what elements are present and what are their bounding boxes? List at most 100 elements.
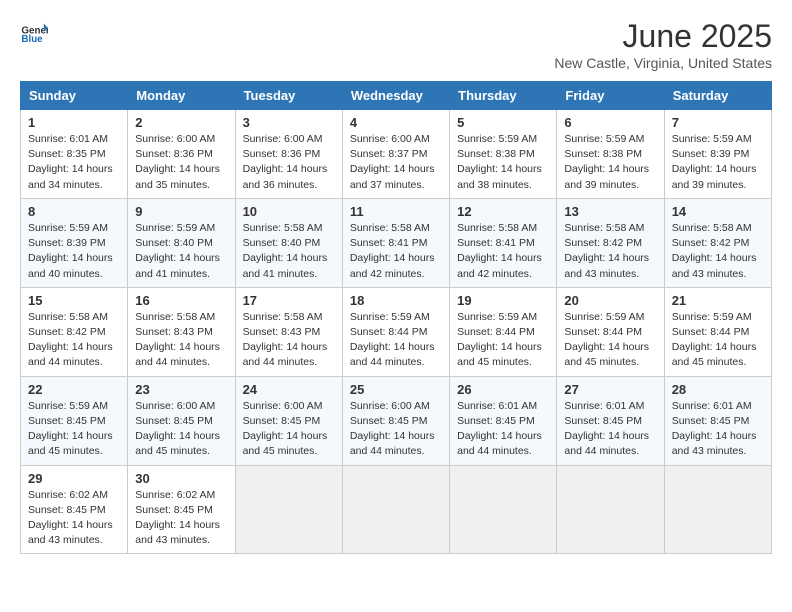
daylight-text: Daylight: 14 hours and 45 minutes. bbox=[28, 430, 113, 457]
daylight-text: Daylight: 14 hours and 43 minutes. bbox=[564, 252, 649, 279]
day-number: 19 bbox=[457, 293, 549, 308]
daylight-text: Daylight: 14 hours and 44 minutes. bbox=[350, 430, 435, 457]
sunset-text: Sunset: 8:45 PM bbox=[28, 504, 106, 516]
day-detail: Sunrise: 6:00 AM Sunset: 8:36 PM Dayligh… bbox=[135, 132, 227, 193]
sunrise-text: Sunrise: 5:59 AM bbox=[672, 311, 752, 323]
table-row bbox=[342, 465, 449, 554]
sunset-text: Sunset: 8:45 PM bbox=[135, 504, 213, 516]
day-detail: Sunrise: 5:59 AM Sunset: 8:45 PM Dayligh… bbox=[28, 399, 120, 460]
daylight-text: Daylight: 14 hours and 43 minutes. bbox=[135, 519, 220, 546]
sunset-text: Sunset: 8:45 PM bbox=[564, 415, 642, 427]
sunset-text: Sunset: 8:39 PM bbox=[672, 148, 750, 160]
day-number: 17 bbox=[243, 293, 335, 308]
sunset-text: Sunset: 8:38 PM bbox=[457, 148, 535, 160]
table-row bbox=[557, 465, 664, 554]
table-row: 10 Sunrise: 5:58 AM Sunset: 8:40 PM Dayl… bbox=[235, 198, 342, 287]
day-detail: Sunrise: 5:59 AM Sunset: 8:39 PM Dayligh… bbox=[28, 221, 120, 282]
daylight-text: Daylight: 14 hours and 41 minutes. bbox=[243, 252, 328, 279]
daylight-text: Daylight: 14 hours and 35 minutes. bbox=[135, 163, 220, 190]
table-row: 27 Sunrise: 6:01 AM Sunset: 8:45 PM Dayl… bbox=[557, 376, 664, 465]
sunset-text: Sunset: 8:44 PM bbox=[457, 326, 535, 338]
table-row: 23 Sunrise: 6:00 AM Sunset: 8:45 PM Dayl… bbox=[128, 376, 235, 465]
daylight-text: Daylight: 14 hours and 36 minutes. bbox=[243, 163, 328, 190]
col-thursday: Thursday bbox=[450, 82, 557, 110]
sunset-text: Sunset: 8:42 PM bbox=[672, 237, 750, 249]
day-number: 14 bbox=[672, 204, 764, 219]
day-detail: Sunrise: 5:59 AM Sunset: 8:44 PM Dayligh… bbox=[672, 310, 764, 371]
day-detail: Sunrise: 5:58 AM Sunset: 8:41 PM Dayligh… bbox=[350, 221, 442, 282]
sunset-text: Sunset: 8:45 PM bbox=[350, 415, 428, 427]
day-detail: Sunrise: 6:01 AM Sunset: 8:45 PM Dayligh… bbox=[564, 399, 656, 460]
daylight-text: Daylight: 14 hours and 39 minutes. bbox=[672, 163, 757, 190]
day-detail: Sunrise: 6:00 AM Sunset: 8:36 PM Dayligh… bbox=[243, 132, 335, 193]
daylight-text: Daylight: 14 hours and 44 minutes. bbox=[457, 430, 542, 457]
sunset-text: Sunset: 8:36 PM bbox=[135, 148, 213, 160]
sunrise-text: Sunrise: 5:59 AM bbox=[28, 400, 108, 412]
sunrise-text: Sunrise: 5:58 AM bbox=[350, 222, 430, 234]
table-row: 19 Sunrise: 5:59 AM Sunset: 8:44 PM Dayl… bbox=[450, 287, 557, 376]
sunrise-text: Sunrise: 6:01 AM bbox=[28, 133, 108, 145]
sunset-text: Sunset: 8:39 PM bbox=[28, 237, 106, 249]
sunrise-text: Sunrise: 5:59 AM bbox=[457, 311, 537, 323]
col-monday: Monday bbox=[128, 82, 235, 110]
table-row: 7 Sunrise: 5:59 AM Sunset: 8:39 PM Dayli… bbox=[664, 110, 771, 199]
sunset-text: Sunset: 8:45 PM bbox=[672, 415, 750, 427]
daylight-text: Daylight: 14 hours and 43 minutes. bbox=[672, 430, 757, 457]
sunset-text: Sunset: 8:41 PM bbox=[350, 237, 428, 249]
day-detail: Sunrise: 5:58 AM Sunset: 8:42 PM Dayligh… bbox=[672, 221, 764, 282]
sunrise-text: Sunrise: 6:00 AM bbox=[135, 133, 215, 145]
sunset-text: Sunset: 8:45 PM bbox=[457, 415, 535, 427]
table-row: 16 Sunrise: 5:58 AM Sunset: 8:43 PM Dayl… bbox=[128, 287, 235, 376]
daylight-text: Daylight: 14 hours and 42 minutes. bbox=[457, 252, 542, 279]
day-detail: Sunrise: 6:00 AM Sunset: 8:45 PM Dayligh… bbox=[350, 399, 442, 460]
daylight-text: Daylight: 14 hours and 44 minutes. bbox=[243, 341, 328, 368]
day-number: 10 bbox=[243, 204, 335, 219]
daylight-text: Daylight: 14 hours and 37 minutes. bbox=[350, 163, 435, 190]
day-number: 13 bbox=[564, 204, 656, 219]
day-detail: Sunrise: 5:59 AM Sunset: 8:39 PM Dayligh… bbox=[672, 132, 764, 193]
calendar-table: Sunday Monday Tuesday Wednesday Thursday… bbox=[20, 81, 772, 554]
day-number: 7 bbox=[672, 115, 764, 130]
sunrise-text: Sunrise: 5:59 AM bbox=[457, 133, 537, 145]
table-row: 1 Sunrise: 6:01 AM Sunset: 8:35 PM Dayli… bbox=[21, 110, 128, 199]
table-row: 28 Sunrise: 6:01 AM Sunset: 8:45 PM Dayl… bbox=[664, 376, 771, 465]
sunset-text: Sunset: 8:45 PM bbox=[135, 415, 213, 427]
sunset-text: Sunset: 8:43 PM bbox=[243, 326, 321, 338]
table-row: 12 Sunrise: 5:58 AM Sunset: 8:41 PM Dayl… bbox=[450, 198, 557, 287]
day-detail: Sunrise: 6:00 AM Sunset: 8:37 PM Dayligh… bbox=[350, 132, 442, 193]
table-row: 5 Sunrise: 5:59 AM Sunset: 8:38 PM Dayli… bbox=[450, 110, 557, 199]
table-row bbox=[235, 465, 342, 554]
day-detail: Sunrise: 5:59 AM Sunset: 8:44 PM Dayligh… bbox=[457, 310, 549, 371]
sunrise-text: Sunrise: 6:00 AM bbox=[243, 400, 323, 412]
sunrise-text: Sunrise: 5:59 AM bbox=[28, 222, 108, 234]
day-detail: Sunrise: 5:59 AM Sunset: 8:44 PM Dayligh… bbox=[350, 310, 442, 371]
sunrise-text: Sunrise: 6:01 AM bbox=[457, 400, 537, 412]
day-number: 6 bbox=[564, 115, 656, 130]
day-number: 3 bbox=[243, 115, 335, 130]
sunrise-text: Sunrise: 5:58 AM bbox=[672, 222, 752, 234]
daylight-text: Daylight: 14 hours and 44 minutes. bbox=[135, 341, 220, 368]
page-header: General Blue June 2025 New Castle, Virgi… bbox=[20, 18, 772, 71]
table-row: 26 Sunrise: 6:01 AM Sunset: 8:45 PM Dayl… bbox=[450, 376, 557, 465]
calendar-week-row: 8 Sunrise: 5:59 AM Sunset: 8:39 PM Dayli… bbox=[21, 198, 772, 287]
col-sunday: Sunday bbox=[21, 82, 128, 110]
sunset-text: Sunset: 8:42 PM bbox=[28, 326, 106, 338]
day-detail: Sunrise: 5:59 AM Sunset: 8:44 PM Dayligh… bbox=[564, 310, 656, 371]
day-number: 26 bbox=[457, 382, 549, 397]
sunset-text: Sunset: 8:38 PM bbox=[564, 148, 642, 160]
day-detail: Sunrise: 6:02 AM Sunset: 8:45 PM Dayligh… bbox=[135, 488, 227, 549]
day-number: 15 bbox=[28, 293, 120, 308]
sunrise-text: Sunrise: 5:59 AM bbox=[350, 311, 430, 323]
day-detail: Sunrise: 5:59 AM Sunset: 8:40 PM Dayligh… bbox=[135, 221, 227, 282]
sunrise-text: Sunrise: 6:02 AM bbox=[135, 489, 215, 501]
sunset-text: Sunset: 8:40 PM bbox=[243, 237, 321, 249]
day-detail: Sunrise: 6:02 AM Sunset: 8:45 PM Dayligh… bbox=[28, 488, 120, 549]
col-wednesday: Wednesday bbox=[342, 82, 449, 110]
day-detail: Sunrise: 6:01 AM Sunset: 8:45 PM Dayligh… bbox=[457, 399, 549, 460]
day-number: 24 bbox=[243, 382, 335, 397]
sunrise-text: Sunrise: 6:00 AM bbox=[243, 133, 323, 145]
day-detail: Sunrise: 5:58 AM Sunset: 8:41 PM Dayligh… bbox=[457, 221, 549, 282]
table-row: 20 Sunrise: 5:59 AM Sunset: 8:44 PM Dayl… bbox=[557, 287, 664, 376]
day-number: 22 bbox=[28, 382, 120, 397]
table-row: 3 Sunrise: 6:00 AM Sunset: 8:36 PM Dayli… bbox=[235, 110, 342, 199]
